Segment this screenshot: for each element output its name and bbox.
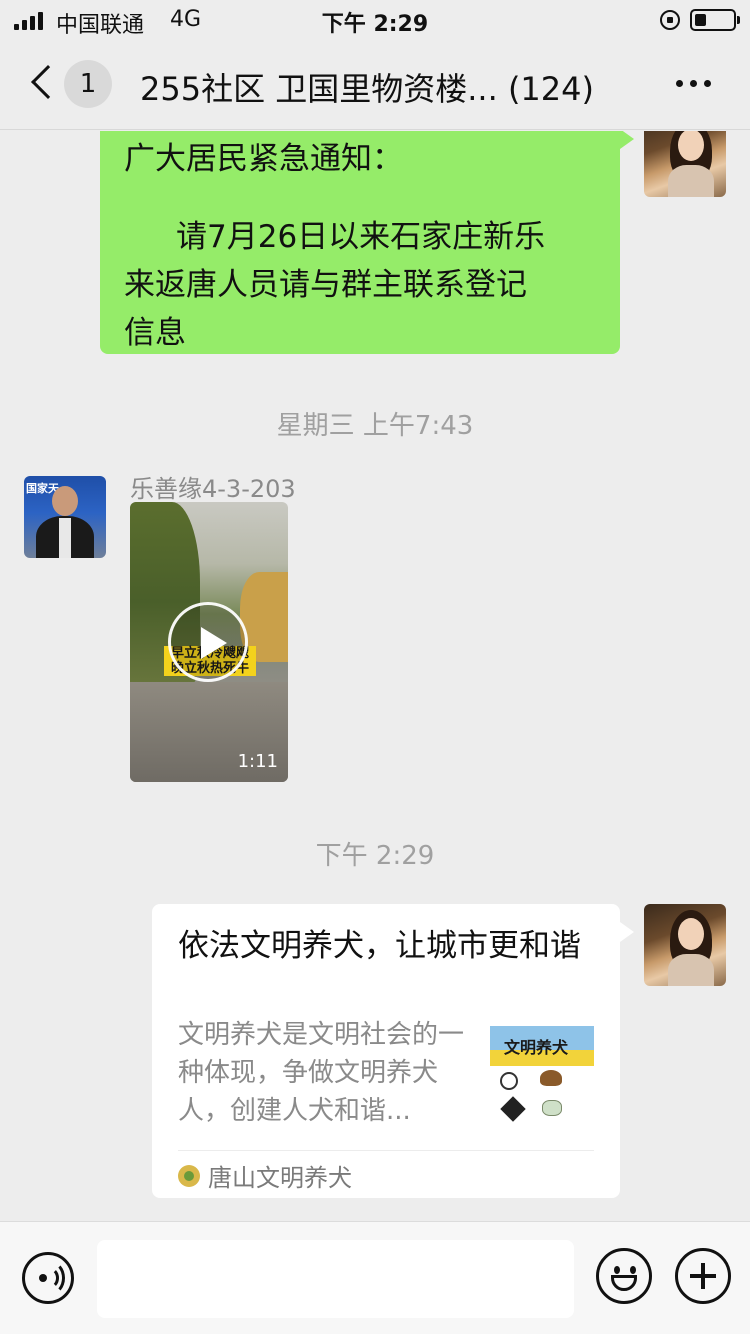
link-card-message[interactable]: 依法文明养犬，让城市更和谐 文明养犬是文明社会的一种体现，争做文明养犬人，创建人… (152, 904, 634, 1198)
battery-level (695, 14, 706, 26)
card-divider (178, 1150, 594, 1151)
timestamp-label: 星期三 上午7:43 (276, 411, 474, 441)
sender-avatar[interactable]: 国家天 (24, 476, 106, 558)
notice-body-line: 请7月26日以来石家庄新乐 (176, 219, 546, 255)
timestamp-label: 下午 2:29 (315, 841, 435, 871)
video-duration: 1:11 (237, 751, 278, 772)
link-card-description: 文明养犬是文明社会的一种体现，争做文明养犬人，创建人犬和谐... (178, 1020, 465, 1126)
notice-body-line: 信息 (124, 315, 186, 351)
status-bar: 中国联通 4G 下午 2:29 (0, 0, 750, 40)
own-message-bubble[interactable]: 广大居民紧急通知： 请7月26日以来石家庄新乐 来返唐人员请与群主联系登记 信息 (100, 131, 634, 354)
status-time: 下午 2:29 (321, 12, 429, 37)
sender-name: 乐善缘4-3-203 (130, 475, 296, 503)
link-card-source: 唐山文明养犬 (178, 1158, 352, 1193)
notice-heading: 广大居民紧急通知： (124, 141, 403, 177)
rotation-lock-icon (660, 10, 680, 30)
more-icon[interactable] (676, 80, 711, 87)
chat-messages[interactable]: 广大居民紧急通知： 请7月26日以来石家庄新乐 来返唐人员请与群主联系登记 信息… (0, 131, 750, 1221)
plus-icon[interactable] (675, 1248, 731, 1304)
video-message[interactable]: 早立秋冷飕飕 晚立秋热死牛 1:11 (130, 502, 288, 782)
notice-body-line: 来返唐人员请与群主联系登记 (124, 267, 527, 303)
message-input[interactable] (97, 1240, 574, 1318)
back-icon[interactable] (31, 65, 65, 99)
play-icon[interactable] (168, 602, 248, 682)
dog-paw-icon (178, 1164, 200, 1187)
input-bar (0, 1221, 750, 1334)
chat-header: 1 255社区 卫国里物资楼... (124) (0, 40, 750, 130)
own-avatar[interactable] (644, 131, 726, 197)
unread-badge[interactable]: 1 (64, 60, 112, 108)
emoji-icon[interactable] (596, 1248, 652, 1304)
battery-cap (737, 16, 740, 24)
battery-icon (690, 9, 736, 31)
link-card-thumbnail: 文明养犬 (490, 1020, 594, 1124)
source-name: 唐山文明养犬 (208, 1164, 352, 1192)
chat-title: 255社区 卫国里物资楼... (124) (140, 70, 594, 108)
own-avatar[interactable] (644, 904, 726, 986)
voice-icon[interactable] (22, 1252, 74, 1304)
link-card-title: 依法文明养犬，让城市更和谐 (178, 928, 581, 964)
